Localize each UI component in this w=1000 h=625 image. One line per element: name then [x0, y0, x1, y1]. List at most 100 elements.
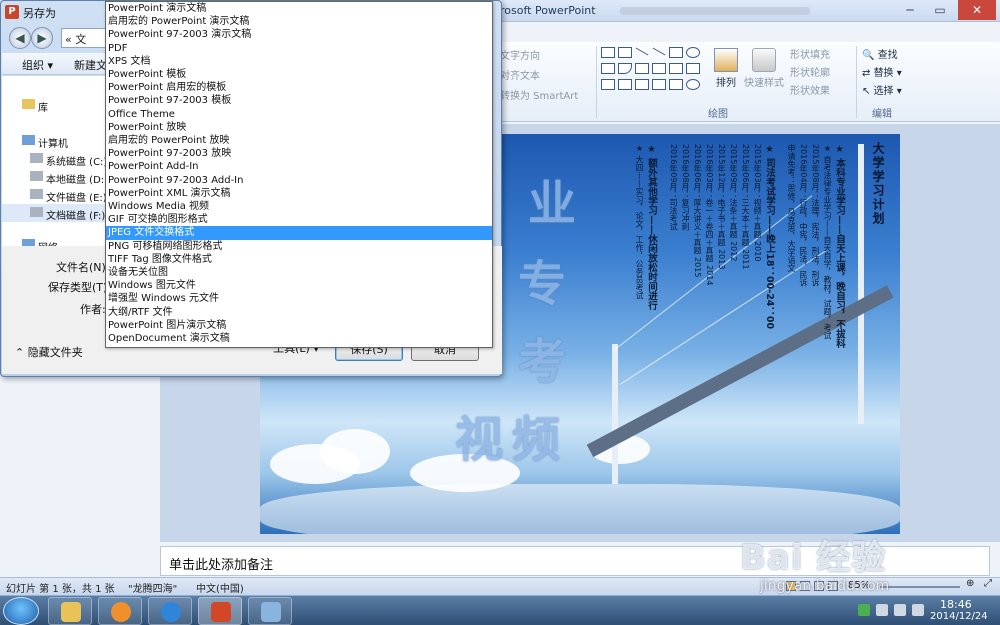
- file-type-option[interactable]: Office Theme: [106, 108, 492, 121]
- shape-curve-icon[interactable]: [618, 79, 632, 90]
- taskbar-powerpoint[interactable]: [198, 597, 242, 625]
- back-button[interactable]: ◀: [9, 27, 31, 49]
- smartart-button[interactable]: 转换为 SmartArt: [500, 87, 578, 102]
- slide-big-char: 专: [518, 256, 567, 312]
- shape-outline-button[interactable]: 形状轮廓: [790, 64, 830, 79]
- nav-item[interactable]: 库: [2, 96, 108, 114]
- file-type-option[interactable]: PowerPoint 启用宏的模板: [106, 81, 492, 94]
- nav-item[interactable]: 文件磁盘 (E:): [2, 186, 108, 204]
- file-type-option[interactable]: PowerPoint 图片演示文稿: [106, 319, 492, 332]
- file-type-option[interactable]: PowerPoint 97-2003 Add-In: [106, 174, 492, 187]
- file-type-option[interactable]: PowerPoint Add-In: [106, 160, 492, 173]
- file-type-option[interactable]: PowerPoint 97-2003 模板: [106, 94, 492, 107]
- file-type-option[interactable]: 增强型 Windows 元文件: [106, 292, 492, 305]
- shape-textbox-v-icon[interactable]: [618, 47, 632, 58]
- clock-date[interactable]: 2014/12/24: [930, 611, 988, 622]
- file-type-option[interactable]: 启用宏的 PowerPoint 放映: [106, 134, 492, 147]
- file-type-option[interactable]: 大纲/RTF 文件: [106, 306, 492, 319]
- align-text-button[interactable]: 对齐文本: [500, 67, 540, 82]
- shape-arrow2-icon[interactable]: [686, 63, 700, 74]
- find-button[interactable]: 🔍 查找: [862, 46, 898, 61]
- file-type-option[interactable]: OpenDocument 演示文稿: [106, 332, 492, 345]
- file-type-option[interactable]: Windows Media 视频: [106, 200, 492, 213]
- shape-rounded-icon[interactable]: [601, 63, 615, 74]
- quick-styles-button[interactable]: 快速样式: [744, 74, 784, 89]
- nav-item-label: 文件磁盘 (E:): [46, 193, 107, 204]
- close-button[interactable]: ✕: [958, 0, 996, 20]
- slide-big-char: 视: [455, 412, 504, 468]
- nav-item-label: 库: [38, 103, 48, 114]
- shape-elbow-icon[interactable]: [652, 63, 666, 74]
- quick-styles-icon[interactable]: [752, 48, 776, 72]
- file-type-option[interactable]: GIF 可交换的图形格式: [106, 213, 492, 226]
- file-type-option[interactable]: PowerPoint 演示文稿: [106, 2, 492, 15]
- shape-star-icon[interactable]: [686, 79, 700, 90]
- shape-freeform-icon[interactable]: [635, 79, 649, 90]
- maximize-button[interactable]: ▭: [926, 0, 954, 20]
- file-type-option[interactable]: PowerPoint 97-2003 放映: [106, 147, 492, 160]
- file-type-option[interactable]: PNG 可移植网络图形格式: [106, 240, 492, 253]
- arrange-button[interactable]: 排列: [716, 74, 736, 89]
- select-button[interactable]: ↖ 选择 ▾: [862, 82, 902, 97]
- shapes-gallery[interactable]: [601, 45, 709, 93]
- clock-time[interactable]: 18:46: [940, 598, 972, 611]
- hide-folders-button[interactable]: ⌃ 隐藏文件夹: [15, 344, 83, 360]
- drive-icon: [30, 189, 43, 199]
- shape-effects-button[interactable]: 形状效果: [790, 82, 830, 97]
- file-type-option[interactable]: PDF: [106, 42, 492, 55]
- file-type-option[interactable]: TIFF Tag 图像文件格式: [106, 253, 492, 266]
- theme-name[interactable]: "龙腾四海": [128, 580, 177, 595]
- shape-brace-icon[interactable]: [652, 79, 666, 90]
- file-type-option[interactable]: PowerPoint 放映: [106, 121, 492, 134]
- signal-icon[interactable]: [894, 604, 906, 616]
- new-folder-button[interactable]: 新建文: [74, 57, 107, 73]
- slide-text-column: 2016年08月：复习冲刺: [681, 144, 690, 231]
- file-type-option[interactable]: Windows 图元文件: [106, 279, 492, 292]
- volume-icon[interactable]: [912, 604, 924, 616]
- forward-button[interactable]: ▶: [31, 27, 53, 49]
- nav-item[interactable]: 系统磁盘 (C:): [2, 150, 108, 168]
- taskbar-browser[interactable]: [148, 597, 192, 625]
- nav-item[interactable]: 计算机: [2, 132, 108, 150]
- file-type-option[interactable]: PowerPoint 模板: [106, 68, 492, 81]
- replace-button[interactable]: ⇄ 替换 ▾: [862, 64, 902, 79]
- taskbar-pdf[interactable]: [98, 597, 142, 625]
- security-icon[interactable]: [858, 604, 870, 616]
- file-type-option[interactable]: 启用宏的 PowerPoint 演示文稿: [106, 15, 492, 28]
- zoom-in-icon[interactable]: ⊕: [966, 578, 974, 589]
- dialog-toolbar: 组织 ▾ 新建文: [2, 53, 108, 75]
- file-type-option[interactable]: 设备无关位图: [106, 266, 492, 279]
- file-type-option[interactable]: PowerPoint 97-2003 演示文稿: [106, 28, 492, 41]
- file-type-option[interactable]: XPS 文档: [106, 55, 492, 68]
- shape-arrow-icon[interactable]: [652, 47, 666, 56]
- taskbar-explorer[interactable]: [48, 597, 92, 625]
- shape-connector-icon[interactable]: [635, 63, 649, 74]
- file-type-option[interactable]: PowerPoint XML 演示文稿: [106, 187, 492, 200]
- shape-right-arrow-icon[interactable]: [669, 63, 683, 74]
- language-indicator[interactable]: 中文(中国): [196, 580, 244, 595]
- shape-brace2-icon[interactable]: [669, 79, 683, 90]
- zoom-slider[interactable]: [880, 586, 960, 588]
- start-button[interactable]: [3, 597, 39, 625]
- text-direction-button[interactable]: 文字方向: [500, 47, 540, 62]
- arrange-icon[interactable]: [714, 48, 738, 72]
- shape-arc-icon[interactable]: [601, 79, 615, 90]
- shape-line-icon[interactable]: [635, 47, 649, 56]
- powerpoint-app-icon: P: [5, 5, 19, 19]
- shape-fill-button[interactable]: 形状填充: [790, 46, 830, 61]
- shape-triangle-icon[interactable]: [618, 63, 632, 74]
- organize-button[interactable]: 组织 ▾: [22, 57, 53, 73]
- address-bar[interactable]: « 文: [61, 28, 109, 48]
- taskbar-paint[interactable]: [248, 597, 292, 625]
- shape-rect-icon[interactable]: [669, 47, 683, 58]
- shape-textbox-icon[interactable]: [601, 47, 615, 58]
- file-type-option[interactable]: JPEG 文件交换格式: [106, 226, 492, 240]
- fit-slide-icon[interactable]: ⤢: [984, 578, 992, 589]
- network-tray-icon[interactable]: [876, 604, 888, 616]
- file-type-dropdown-list[interactable]: PowerPoint 演示文稿 启用宏的 PowerPoint 演示文稿 Power…: [105, 1, 493, 348]
- shape-oval-icon[interactable]: [686, 47, 700, 58]
- system-tray: 18:46 2014/12/24: [850, 596, 1000, 625]
- nav-item[interactable]: 本地磁盘 (D:): [2, 168, 108, 186]
- nav-item[interactable]: 文档磁盘 (F:): [2, 204, 108, 222]
- minimize-button[interactable]: ─: [896, 0, 924, 20]
